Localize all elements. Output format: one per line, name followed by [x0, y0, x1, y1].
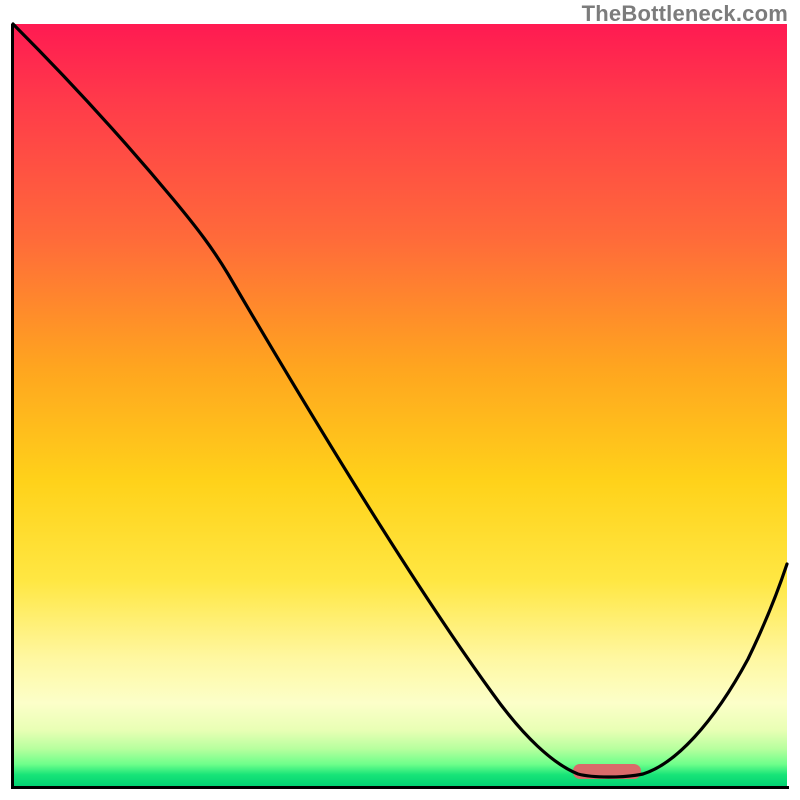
plot-area	[13, 24, 787, 787]
chart-frame: TheBottleneck.com	[0, 0, 800, 800]
curve-layer	[13, 24, 787, 787]
bottleneck-curve	[13, 24, 787, 777]
y-axis-line	[11, 24, 14, 789]
x-axis-line	[11, 786, 789, 789]
